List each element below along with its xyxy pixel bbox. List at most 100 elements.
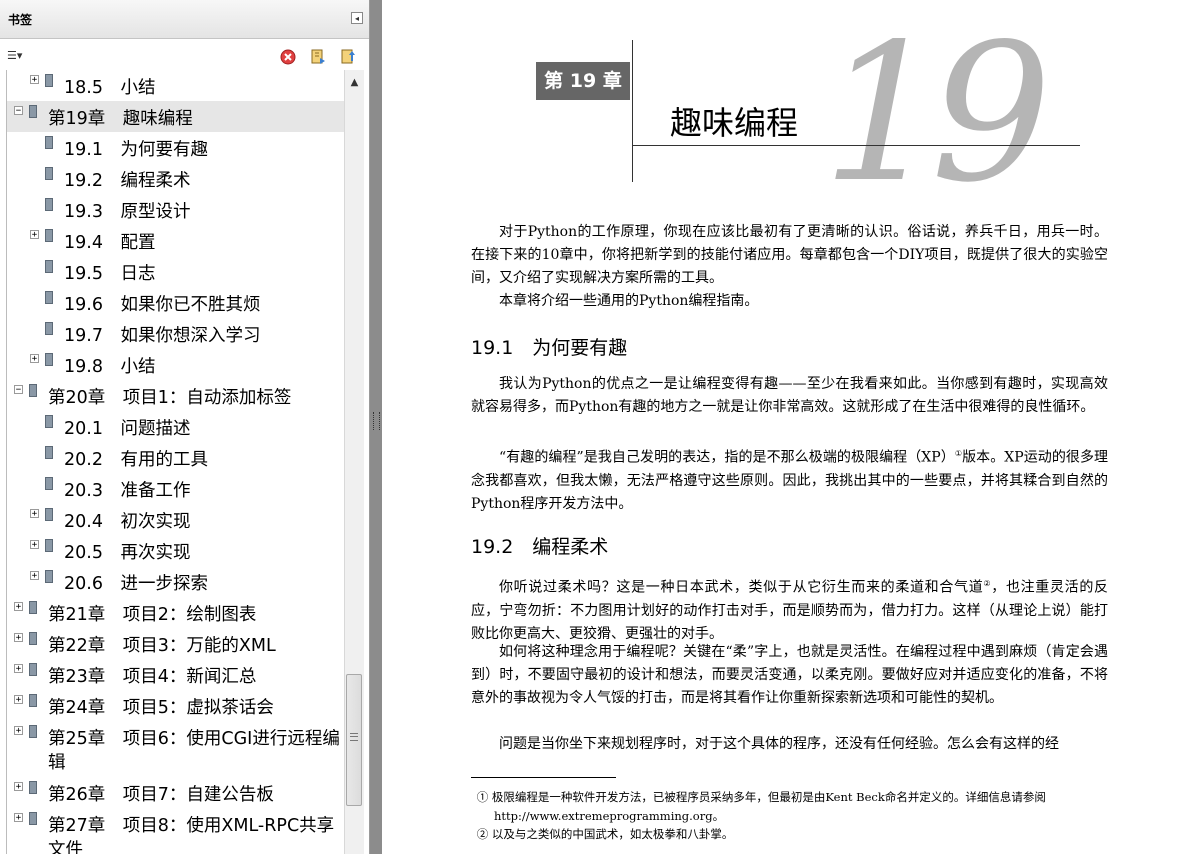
bookmark-item[interactable]: +19.8 小结: [7, 349, 345, 380]
bookmark-icon: [45, 167, 53, 180]
section-1-paragraph-2: “有趣的编程”是我自己发明的表达，指的是不那么极端的极限编程（XP）①版本。XP…: [471, 449, 1109, 513]
bookmark-options-button[interactable]: ☰▾: [7, 49, 33, 65]
bookmark-icon: [29, 105, 37, 118]
scroll-thumb[interactable]: [346, 674, 362, 806]
bookmark-label: 第22章 项目3：万能的XML: [48, 636, 276, 656]
bookmark-label-continued: 文件: [48, 840, 83, 854]
bookmark-icon: [29, 384, 37, 397]
footnote-divider: [471, 777, 616, 778]
expand-toggle-icon[interactable]: +: [30, 75, 39, 85]
bookmark-item[interactable]: 19.1 为何要有趣: [7, 132, 345, 163]
bookmark-item[interactable]: 20.1 问题描述: [7, 411, 345, 442]
expand-toggle-icon[interactable]: +: [14, 813, 23, 823]
bookmark-item[interactable]: + 第26章 项目7：自建公告板: [7, 777, 345, 808]
section-2-paragraph-3: 问题是当你坐下来规划程序时，对于这个具体的程序，还没有任何经验。怎么会有这样的经: [499, 736, 1059, 752]
bookmark-item[interactable]: 19.6 如果你已不胜其烦: [7, 287, 345, 318]
chapter-number-graphic: 19: [822, 3, 1052, 224]
intro-paragraph-2: 本章将介绍一些通用的Python编程指南。: [499, 293, 759, 309]
bookmark-item[interactable]: − 第20章 项目1：自动添加标签: [7, 380, 345, 411]
section-2-paragraph-1: 你听说过柔术吗？这是一种日本武术，类似于从它衍生而来的柔道和合气道②，也注重灵活…: [471, 579, 1109, 643]
bookmark-icon: [45, 539, 53, 552]
bookmark-icon: [45, 198, 53, 211]
expand-toggle-icon[interactable]: +: [30, 540, 39, 550]
bookmark-item[interactable]: + 第22章 项目3：万能的XML: [7, 628, 345, 659]
section-2-paragraph-2: 如何将这种理念用于编程呢？关键在“柔”字上，也就是灵活性。在编程过程中遇到麻烦（…: [471, 644, 1108, 707]
chapter-label: 第 19 章: [536, 62, 630, 100]
bookmark-icon: [45, 353, 53, 366]
bookmarks-scrollbar[interactable]: ▲: [344, 70, 364, 854]
collapse-toggle-icon[interactable]: −: [14, 106, 23, 116]
bookmark-item[interactable]: +20.5 再次实现: [7, 535, 345, 566]
bookmark-label: 第21章 项目2：绘制图表: [48, 605, 257, 625]
chapter-title: 趣味编程: [670, 104, 799, 142]
collapse-toggle-icon[interactable]: −: [14, 385, 23, 395]
collapse-panel-button[interactable]: ◂: [351, 12, 363, 24]
section-heading-19-1: 19.1 为何要有趣: [471, 337, 628, 359]
expand-toggle-icon[interactable]: +: [14, 695, 23, 705]
bookmark-item[interactable]: 20.3 准备工作: [7, 473, 345, 504]
expand-toggle-icon[interactable]: +: [14, 726, 23, 736]
scroll-up-arrow[interactable]: ▲: [345, 74, 364, 92]
bookmark-item[interactable]: 20.2 有用的工具: [7, 442, 345, 473]
expand-toggle-icon[interactable]: +: [14, 633, 23, 643]
bookmark-item[interactable]: − 第19章 趣味编程: [7, 101, 345, 132]
bookmark-icon: [45, 229, 53, 242]
scroll-grip-icon: [350, 733, 358, 741]
bookmark-item[interactable]: + 第24章 项目5：虚拟茶话会: [7, 690, 345, 721]
bookmark-label: 第26章 项目7：自建公告板: [48, 785, 274, 805]
bookmarks-tree: +18.5 小结 − 第19章 趣味编程 19.1 为何要有趣 19.2 编程柔术 19.…: [6, 70, 345, 854]
bookmark-icon: [45, 477, 53, 490]
bookmark-label: 19.1 为何要有趣: [64, 140, 208, 160]
bookmark-label: 18.5 小结: [64, 78, 156, 98]
bookmark-item[interactable]: +20.6 进一步探索: [7, 566, 345, 597]
bookmark-item[interactable]: +19.4 配置: [7, 225, 345, 256]
bookmark-icon: [45, 291, 53, 304]
bookmark-icon: [29, 601, 37, 614]
panel-splitter[interactable]: [370, 0, 382, 854]
bookmark-label: 19.4 配置: [64, 233, 156, 253]
bookmark-label-continued: 辑: [48, 753, 66, 773]
bookmark-label: 19.8 小结: [64, 357, 156, 377]
bookmark-label: 20.6 进一步探索: [64, 574, 208, 594]
bookmark-item[interactable]: 19.7 如果你想深入学习: [7, 318, 345, 349]
expand-toggle-icon[interactable]: +: [30, 230, 39, 240]
expand-bookmark-icon[interactable]: [340, 49, 356, 65]
bookmark-item[interactable]: + 第21章 项目2：绘制图表: [7, 597, 345, 628]
bookmarks-panel: 书签 ◂ ☰▾ +18.5 小结 − 第19章 趣味编程 19.1 为何要有趣 19.2…: [0, 0, 370, 854]
expand-toggle-icon[interactable]: +: [14, 602, 23, 612]
bookmark-item[interactable]: +18.5 小结: [7, 70, 345, 101]
bookmark-item[interactable]: + 第25章 项目6：使用CGI进行远程编辑: [7, 721, 345, 777]
bookmark-item[interactable]: 19.2 编程柔术: [7, 163, 345, 194]
bookmark-label: 20.4 初次实现: [64, 512, 191, 532]
expand-toggle-icon[interactable]: +: [30, 509, 39, 519]
chapter-divider-horizontal: [632, 145, 1080, 146]
bookmarks-title: 书签: [8, 13, 33, 27]
expand-toggle-icon[interactable]: +: [30, 571, 39, 581]
bookmark-label: 19.5 日志: [64, 264, 156, 284]
bookmark-icon: [45, 322, 53, 335]
bookmark-icon: [29, 781, 37, 794]
bookmark-label: 19.3 原型设计: [64, 202, 191, 222]
intro-paragraph-1: 对于Python的工作原理，你现在应该比最初有了更清晰的认识。俗话说，养兵千日，…: [471, 224, 1108, 287]
bookmark-icon: [29, 632, 37, 645]
expand-toggle-icon[interactable]: +: [30, 354, 39, 364]
section-1-paragraph-1: 我认为Python的优点之一是让编程变得有趣——至少在我看来如此。当你感到有趣时…: [471, 376, 1108, 416]
bookmark-item[interactable]: 19.5 日志: [7, 256, 345, 287]
delete-bookmark-icon[interactable]: [280, 49, 296, 65]
bookmark-label: 第19章 趣味编程: [48, 109, 193, 129]
expand-toggle-icon[interactable]: +: [14, 782, 23, 792]
bookmark-label: 第23章 项目4：新闻汇总: [48, 667, 257, 687]
bookmark-item[interactable]: 19.3 原型设计: [7, 194, 345, 225]
bookmark-item[interactable]: + 第23章 项目4：新闻汇总: [7, 659, 345, 690]
bookmark-item[interactable]: +20.4 初次实现: [7, 504, 345, 535]
chapter-divider-vertical: [632, 40, 633, 182]
bookmark-label: 20.2 有用的工具: [64, 450, 208, 470]
new-bookmark-icon[interactable]: [310, 49, 326, 65]
bookmark-label: 19.6 如果你已不胜其烦: [64, 295, 261, 315]
expand-toggle-icon[interactable]: +: [14, 664, 23, 674]
footnote-1: ① 极限编程是一种软件开发方法，已被程序员采纳多年，但最初是由Kent Beck…: [476, 790, 1046, 823]
bookmark-item[interactable]: + 第27章 项目8：使用XML-RPC共享 文件: [7, 808, 345, 854]
footnote-2: ② 以及与之类似的中国武术，如太极拳和八卦掌。: [476, 827, 734, 841]
bookmark-icon: [29, 725, 37, 738]
splitter-grip-icon: [373, 412, 380, 430]
